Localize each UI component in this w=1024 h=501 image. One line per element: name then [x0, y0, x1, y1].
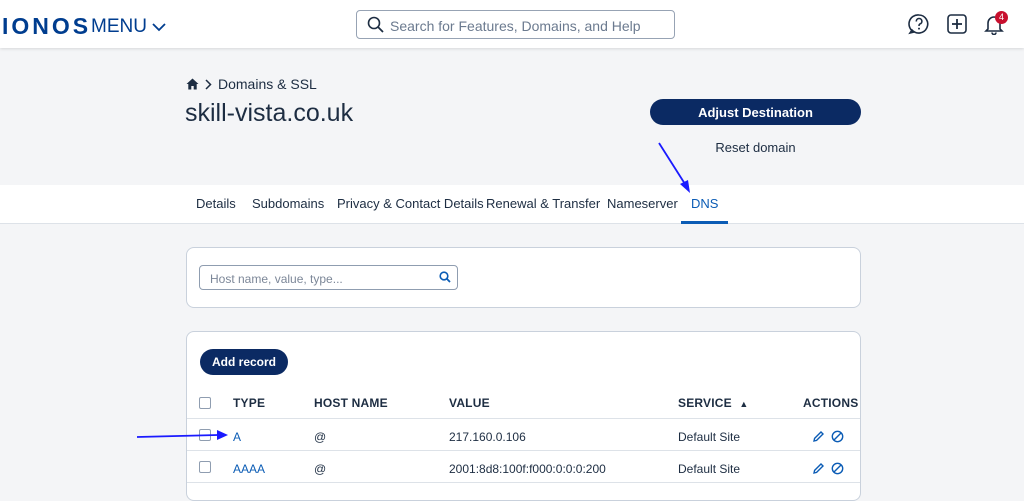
record-type[interactable]: AAAA [233, 462, 265, 476]
row-divider [187, 450, 860, 451]
record-service: Default Site [678, 462, 741, 476]
tab-nameserver[interactable]: Nameserver [607, 185, 678, 223]
sort-up-icon: ▲ [739, 399, 749, 409]
column-value[interactable]: VALUE [449, 396, 490, 410]
row-checkbox[interactable] [199, 429, 211, 441]
breadcrumb-domains-ssl[interactable]: Domains & SSL [218, 76, 317, 92]
help-icon[interactable] [908, 13, 930, 35]
chevron-right-icon [205, 78, 212, 90]
global-search-box[interactable] [356, 10, 675, 39]
row-checkbox[interactable] [199, 461, 211, 473]
page-title: skill-vista.co.uk [185, 99, 354, 127]
record-service: Default Site [678, 430, 741, 444]
delete-icon[interactable] [831, 462, 844, 475]
chevron-down-icon [152, 23, 166, 32]
select-all-checkbox[interactable] [199, 397, 211, 409]
record-host: @ [314, 462, 327, 476]
global-search-input[interactable] [388, 12, 672, 39]
record-value: 2001:8d8:100f:f000:0:0:0:200 [449, 462, 606, 476]
column-service[interactable]: SERVICE ▲ [678, 396, 749, 411]
top-header: IONOS MENU 4 [0, 0, 1024, 48]
column-host-name[interactable]: HOST NAME [314, 396, 388, 410]
search-icon[interactable] [439, 271, 451, 283]
domain-tabs: Details Subdomains Privacy & Contact Det… [0, 185, 1024, 224]
record-filter-box[interactable] [199, 265, 458, 290]
edit-icon[interactable] [812, 430, 825, 443]
edit-icon[interactable] [812, 462, 825, 475]
menu-label: MENU [91, 16, 147, 37]
column-actions: ACTIONS [803, 396, 859, 410]
row-divider [187, 482, 860, 483]
ionos-logo[interactable]: IONOS [2, 13, 91, 39]
record-value: 217.160.0.106 [449, 430, 526, 444]
header-divider [187, 418, 860, 419]
record-filter-input[interactable] [208, 267, 432, 290]
adjust-destination-button[interactable]: Adjust Destination [650, 99, 861, 125]
reset-domain-link[interactable]: Reset domain [650, 140, 861, 155]
tab-renewal-transfer[interactable]: Renewal & Transfer [486, 185, 600, 223]
tab-subdomains[interactable]: Subdomains [252, 185, 324, 223]
breadcrumb: Domains & SSL [186, 76, 317, 92]
tab-dns[interactable]: DNS [680, 185, 730, 224]
filter-panel [186, 247, 861, 308]
delete-icon[interactable] [831, 430, 844, 443]
add-icon[interactable] [946, 13, 968, 35]
notification-badge: 4 [995, 11, 1008, 24]
record-type[interactable]: A [233, 430, 241, 444]
menu-button[interactable]: MENU [91, 16, 166, 38]
column-service-label: SERVICE [678, 396, 732, 410]
dns-records-panel: Add record TYPE HOST NAME VALUE SERVICE … [186, 331, 861, 501]
tab-details[interactable]: Details [196, 185, 236, 223]
add-record-button[interactable]: Add record [200, 349, 288, 375]
home-icon[interactable] [186, 78, 199, 90]
search-icon [367, 16, 384, 33]
record-host: @ [314, 430, 327, 444]
column-type[interactable]: TYPE [233, 396, 265, 410]
tab-privacy-contact-details[interactable]: Privacy & Contact Details [337, 185, 484, 223]
